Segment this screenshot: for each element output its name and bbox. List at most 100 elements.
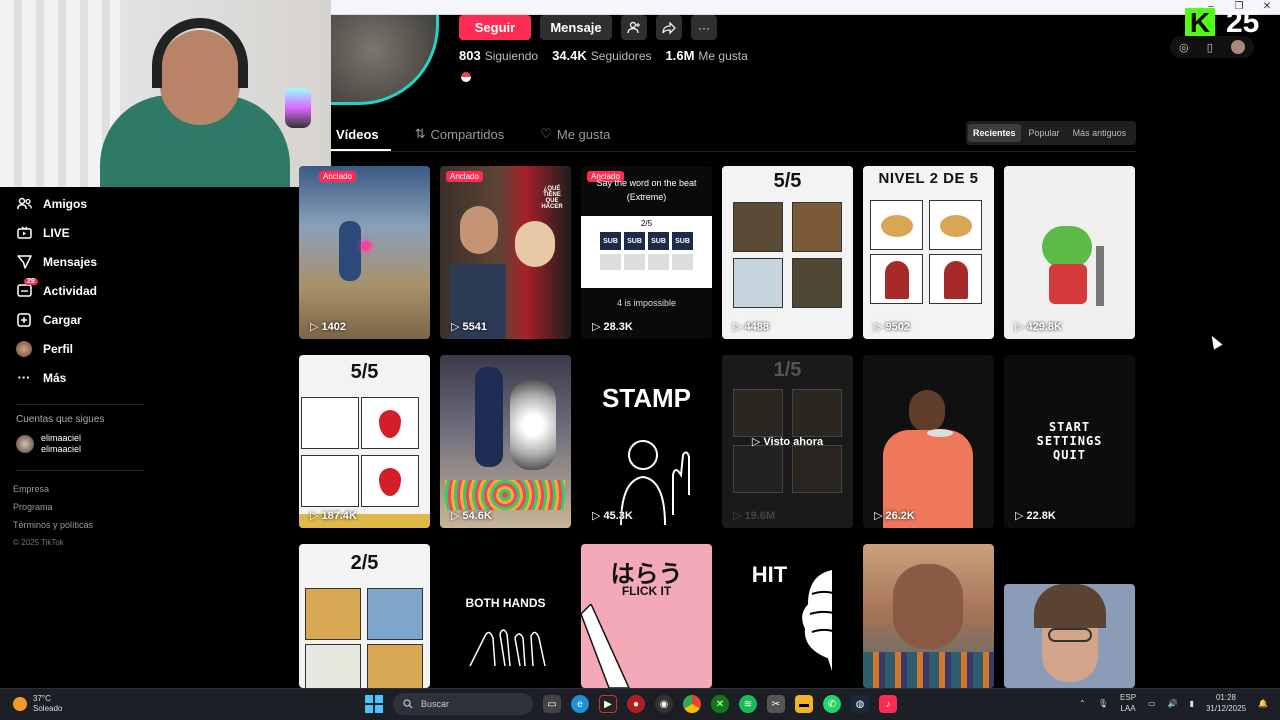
video-card[interactable]: 1/5 ▷ Visto ahora ▷ 19.6M — [722, 355, 853, 528]
xbox-icon[interactable]: ✕ — [711, 695, 729, 713]
close-icon[interactable]: ✕ — [1262, 1, 1272, 13]
sort-popular[interactable]: Popular — [1024, 124, 1065, 142]
sidebar-item-upload[interactable]: Cargar — [0, 305, 170, 334]
video-caption: NIVEL 2 DE 5 — [878, 170, 979, 187]
tab-liked[interactable]: ♡ Me gusta — [540, 126, 610, 142]
follow-button[interactable]: Seguir — [459, 15, 531, 40]
search-icon — [403, 699, 413, 709]
steam-icon[interactable]: ◍ — [851, 695, 869, 713]
video-card[interactable] — [863, 544, 994, 688]
footer-link-program[interactable]: Programa — [13, 498, 93, 516]
profile-avatar[interactable] — [331, 15, 439, 105]
video-card[interactable]: ▷ 26.2K — [863, 355, 994, 528]
sidebar-item-friends[interactable]: Amigos — [0, 189, 170, 218]
video-card[interactable]: STAMP ▷ 45.3K — [581, 355, 712, 528]
video-card[interactable]: はらう FLICK IT — [581, 544, 712, 688]
view-count: ▷ 1402 — [310, 321, 346, 333]
sidebar-item-profile[interactable]: Perfil — [0, 334, 170, 363]
following-user[interactable]: elimaaciel elimaaciel — [16, 433, 81, 455]
video-card[interactable]: START SETTINGS QUIT ▷ 22.8K — [1004, 355, 1135, 528]
add-friend-icon[interactable] — [621, 15, 647, 40]
following-username: elimaaciel — [41, 433, 82, 443]
compass-icon[interactable]: ◎ — [1179, 41, 1189, 54]
chevron-up-icon[interactable]: ⌃ — [1079, 699, 1086, 708]
message-button[interactable]: Mensaje — [540, 15, 612, 40]
view-count: ▷ 429.8K — [1015, 321, 1062, 333]
battery-icon[interactable]: ▮ — [1190, 699, 1194, 708]
weather-widget[interactable]: 37°C Soleado — [13, 694, 62, 714]
tab-shared[interactable]: ⇅ Compartidos — [415, 126, 505, 142]
stream-counter: 25 — [1226, 6, 1260, 39]
profile-tabs: Vídeos ⇅ Compartidos ♡ Me gusta — [336, 126, 646, 142]
stat-following[interactable]: 803 Siguiendo — [459, 48, 538, 63]
video-card[interactable]: Anclado ▷ 1402 — [299, 166, 430, 339]
sub-tile: SUB — [624, 232, 645, 250]
video-card[interactable]: HIT — [722, 544, 853, 688]
video-card[interactable]: Anclado ¿QUÉ TIENE QUE HACER ▷ 5541 — [440, 166, 571, 339]
profile-actions: Seguir Mensaje ··· — [459, 15, 717, 40]
capcut-icon[interactable]: ✂ — [767, 695, 785, 713]
language-indicator[interactable]: ESP LAA — [1120, 692, 1136, 714]
pink-light — [361, 241, 371, 251]
weather-condition: Soleado — [33, 704, 63, 713]
video-card[interactable]: Anclado Say the word on the beat (Extrem… — [581, 166, 712, 339]
volume-icon[interactable]: 🔊 — [1168, 699, 1178, 708]
video-card[interactable]: 5/5 ▷ 4488 — [722, 166, 853, 339]
bear-tile — [792, 202, 842, 252]
sub-tile: SUB — [600, 232, 621, 250]
sort-recent[interactable]: Recientes — [968, 124, 1021, 142]
tiktok-icon[interactable]: ♪ — [879, 695, 897, 713]
video-card[interactable]: 2/5 — [299, 544, 430, 688]
sort-oldest[interactable]: Más antiguos — [1068, 124, 1132, 142]
footer-link-terms[interactable]: Términos y políticas — [13, 516, 93, 534]
stat-followers[interactable]: 34.4K Seguidores — [552, 48, 651, 63]
share-icon[interactable] — [656, 15, 682, 40]
chrome-icon[interactable] — [683, 695, 701, 713]
chips-tile — [367, 644, 423, 688]
following-title: Cuentas que sigues — [16, 414, 105, 425]
tabs-divider — [331, 151, 1136, 152]
ship-tile — [367, 588, 423, 640]
video-caption: 5/5 — [773, 170, 802, 192]
video-card[interactable]: ▷ 429.8K — [1004, 166, 1135, 339]
video-caption: BOTH HANDS — [465, 596, 546, 610]
hole-tile — [733, 389, 783, 437]
sidebar-item-more[interactable]: ··· Más — [0, 363, 170, 392]
hand-outline — [581, 604, 630, 688]
microphone-icon[interactable]: 🎙 — [1098, 699, 1108, 708]
video-card[interactable]: BOTH HANDS — [440, 544, 571, 688]
network-icon[interactable]: ▭ — [1148, 699, 1156, 708]
obs-icon[interactable]: ◉ — [655, 695, 673, 713]
notification-bell-icon[interactable]: 🔔 — [1258, 699, 1268, 708]
potato-tile — [929, 200, 982, 250]
spotify-icon[interactable]: ≋ — [739, 695, 757, 713]
video-card[interactable]: ▷ 54.6K — [440, 355, 571, 528]
edge-icon[interactable]: e — [571, 695, 589, 713]
sidebar-item-messages[interactable]: Mensajes — [0, 247, 170, 276]
whatsapp-icon[interactable]: ✆ — [823, 695, 841, 713]
hands-outline — [469, 629, 546, 667]
sidebar-item-live[interactable]: LIVE — [0, 218, 170, 247]
task-view-icon[interactable]: ▭ — [543, 695, 561, 713]
tab-videos[interactable]: Vídeos — [336, 126, 379, 142]
taskbar-search[interactable]: Buscar — [393, 693, 533, 715]
activity-badge: 29 — [24, 278, 38, 285]
clock[interactable]: 01:28 31/12/2025 — [1206, 692, 1246, 714]
friends-icon — [16, 196, 32, 212]
record-app-icon[interactable]: ● — [627, 695, 645, 713]
more-options-icon[interactable]: ··· — [691, 15, 717, 40]
upload-icon — [16, 312, 32, 328]
video-card[interactable]: 5/5 ▷ 187.4K — [299, 355, 430, 528]
video-card[interactable]: NIVEL 2 DE 5 ▷ 9502 — [863, 166, 994, 339]
windows-start-icon[interactable] — [365, 695, 383, 713]
view-count: ▷ 28.3K — [592, 321, 633, 333]
phone-icon[interactable]: ▯ — [1207, 41, 1213, 54]
avatar[interactable] — [1230, 40, 1245, 54]
view-count: ▷ 45.3K — [592, 510, 633, 522]
media-app-icon[interactable]: ▶ — [599, 695, 617, 713]
footer-link-company[interactable]: Empresa — [13, 480, 93, 498]
microphone-icon — [1096, 246, 1104, 306]
video-card[interactable] — [1004, 584, 1135, 688]
sidebar-item-activity[interactable]: 29 Actividad — [0, 276, 170, 305]
file-explorer-icon[interactable]: ▬ — [795, 695, 813, 713]
